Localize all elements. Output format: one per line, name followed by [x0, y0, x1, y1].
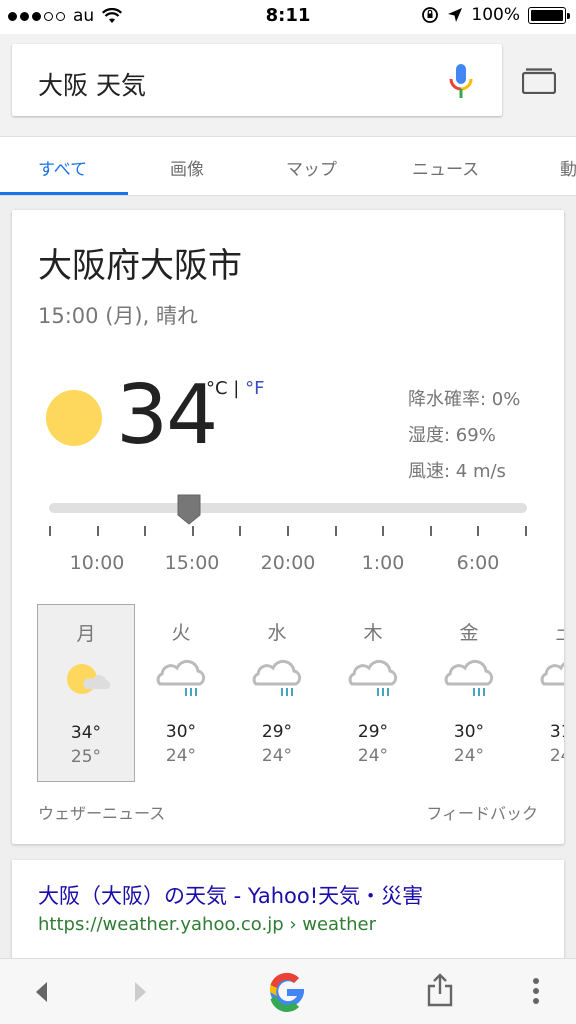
- tab-news[interactable]: ニュース: [412, 155, 479, 180]
- hour-slider-track[interactable]: [49, 503, 527, 513]
- result-url: https://weather.yahoo.co.jp › weather: [38, 914, 377, 935]
- forward-arrow-icon[interactable]: [134, 981, 148, 1003]
- high-temp: 31°: [549, 722, 564, 742]
- forecast-day-clip: 土 31° 24°: [516, 604, 564, 782]
- weather-details: 降水確率: 0% 湿度: 69% 風速: 4 m/s: [408, 382, 520, 490]
- bottom-toolbar: [0, 958, 576, 1024]
- sun-cloud-icon: [67, 664, 111, 694]
- hour-ticks: [49, 526, 527, 538]
- low-temp: 24°: [357, 746, 389, 766]
- status-right: 100%: [421, 5, 570, 25]
- forecast-day[interactable]: 月 34° 25°: [37, 604, 135, 782]
- high-temp: 30°: [453, 722, 485, 742]
- hour-tick: [191, 526, 194, 536]
- celsius-unit[interactable]: °C: [206, 378, 228, 399]
- location-title: 大阪府大阪市: [38, 246, 242, 286]
- hour-tick: [525, 526, 527, 536]
- orientation-lock-icon: [422, 7, 439, 23]
- rain-cloud-icon: [252, 659, 302, 696]
- forecast-day[interactable]: 木 29° 24°: [324, 604, 422, 782]
- wind-speed: 風速: 4 m/s: [408, 461, 506, 482]
- unit-separator: |: [227, 378, 246, 399]
- hour-tick: [382, 526, 385, 536]
- hour-tick: [49, 526, 51, 536]
- day-name: 火: [171, 622, 191, 644]
- feedback-link[interactable]: フィードバック: [426, 800, 538, 824]
- search-box[interactable]: 大阪 天気: [12, 44, 502, 116]
- high-temp: 34°: [70, 723, 102, 743]
- hour-tick: [477, 526, 480, 536]
- weather-card: 大阪府大阪市 15:00 (月), 晴れ 34 °C | °F 降水確率: 0%…: [12, 210, 564, 844]
- share-icon[interactable]: [426, 973, 454, 1007]
- tab-images[interactable]: 画像: [170, 155, 204, 180]
- forecast-day[interactable]: 水 29° 24°: [228, 604, 326, 782]
- low-temp: 24°: [261, 746, 293, 766]
- hour-tick: [144, 526, 147, 536]
- microphone-icon[interactable]: [448, 62, 474, 102]
- low-temp: 24°: [165, 746, 197, 766]
- more-options-icon[interactable]: [532, 977, 540, 1005]
- low-temp: 24°: [549, 746, 564, 766]
- rain-cloud-icon: [156, 659, 206, 696]
- high-temp: 29°: [261, 722, 293, 742]
- rain-cloud-icon: [348, 659, 398, 696]
- active-tab-indicator: [0, 192, 128, 195]
- high-temp: 29°: [357, 722, 389, 742]
- day-name: 月: [76, 623, 96, 645]
- back-arrow-icon[interactable]: [34, 981, 48, 1003]
- tab-maps[interactable]: マップ: [286, 155, 337, 180]
- location-arrow-icon: [448, 8, 463, 22]
- battery-icon: [528, 6, 570, 24]
- search-query[interactable]: 大阪 天気: [38, 66, 146, 102]
- status-bar: au 8:11 100%: [0, 0, 576, 34]
- hour-label: 10:00: [69, 552, 125, 574]
- search-header: 大阪 天気: [0, 34, 576, 136]
- humidity: 湿度: 69%: [408, 425, 496, 446]
- hour-tick: [96, 526, 99, 536]
- hour-label: 15:00: [164, 552, 220, 574]
- forecast-day[interactable]: 火 30° 24°: [132, 604, 230, 782]
- hour-tick: [429, 526, 432, 536]
- fahrenheit-unit[interactable]: °F: [245, 378, 264, 399]
- precipitation-chance: 降水確率: 0%: [408, 389, 521, 410]
- hour-label: 20:00: [260, 552, 316, 574]
- current-temperature: 34: [116, 368, 218, 463]
- weather-time-condition: 15:00 (月), 晴れ: [38, 304, 198, 328]
- day-name: 木: [363, 622, 383, 644]
- forecast-day[interactable]: 土 31° 24°: [516, 604, 564, 782]
- unit-toggle: °C | °F: [206, 378, 264, 399]
- low-temp: 25°: [70, 747, 102, 767]
- tabs-switcher-icon[interactable]: [522, 68, 556, 94]
- weather-source-link[interactable]: ウェザーニュース: [38, 800, 165, 824]
- battery-percent: 100%: [471, 5, 520, 25]
- hour-tick: [287, 526, 289, 536]
- hour-slider-handle[interactable]: [176, 493, 202, 525]
- search-result: 大阪（大阪）の天気 - Yahoo!天気・災害 https://weather.…: [12, 860, 564, 960]
- tab-videos[interactable]: 動: [560, 155, 576, 180]
- tab-all[interactable]: すべて: [38, 155, 87, 180]
- hour-tick: [334, 526, 337, 536]
- sunny-icon: [46, 390, 102, 446]
- google-logo-icon[interactable]: [264, 969, 310, 1015]
- rain-cloud-icon: [444, 659, 494, 696]
- forecast-day[interactable]: 金 30° 24°: [420, 604, 518, 782]
- high-temp: 30°: [165, 722, 197, 742]
- search-tabs: すべて 画像 マップ ニュース 動: [0, 136, 576, 196]
- day-name: 金: [459, 622, 479, 644]
- result-title-link[interactable]: 大阪（大阪）の天気 - Yahoo!天気・災害: [38, 880, 423, 910]
- hour-tick: [239, 526, 242, 536]
- day-name: 土: [516, 618, 564, 645]
- day-name: 水: [267, 622, 287, 644]
- rain-cloud-icon: [540, 662, 564, 686]
- hour-label: 6:00: [456, 552, 500, 574]
- hour-label: 1:00: [361, 552, 405, 574]
- low-temp: 24°: [453, 746, 485, 766]
